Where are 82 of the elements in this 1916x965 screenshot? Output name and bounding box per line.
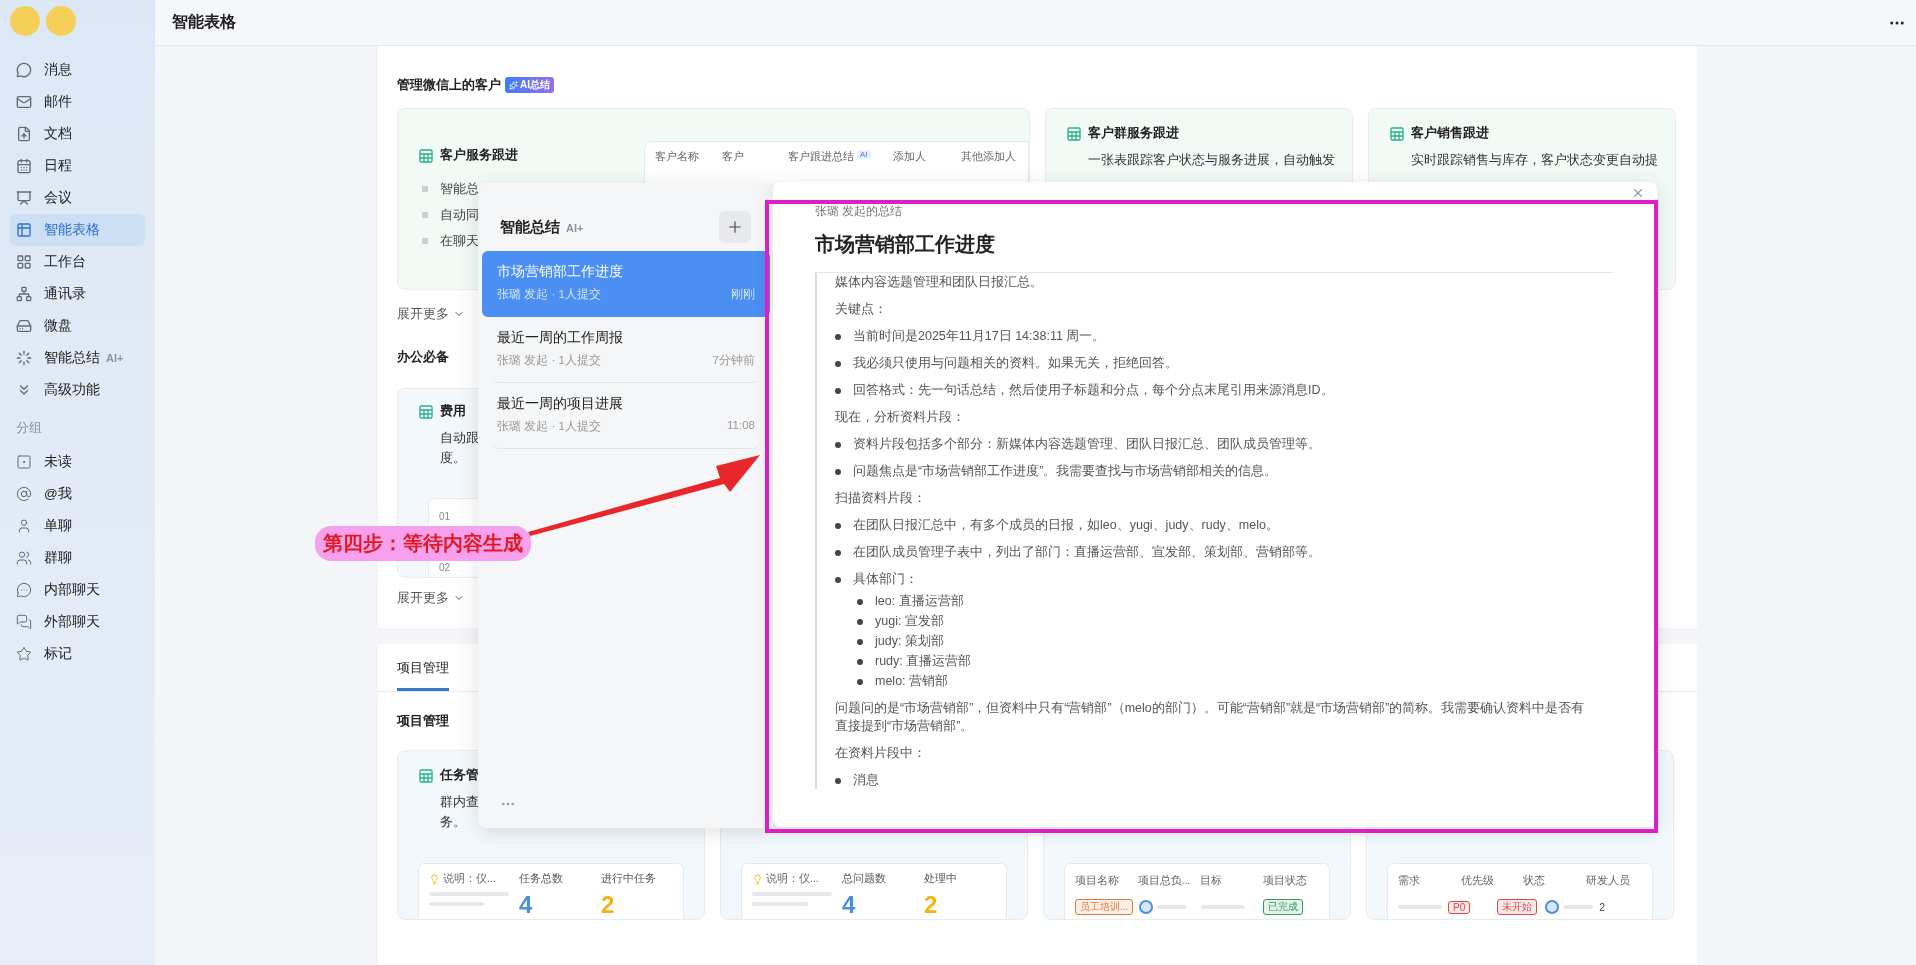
ai-badge: AI总结 <box>505 77 554 93</box>
column-header: 目标 <box>1200 874 1222 888</box>
card-description: 群内查 务。 <box>439 794 479 831</box>
section-heading: 分组 <box>15 419 43 437</box>
byline: 张璐 发起的总结 <box>815 204 904 219</box>
bullet-text: 回答格式：先一句话总结，然后使用子标题和分点，每个分点末尾引用来源消息ID。 <box>853 382 1334 399</box>
card-description: 自动跟 度。 <box>439 430 479 467</box>
summary-time: 11:08 <box>727 419 755 433</box>
note-text: 说明：仪... <box>766 872 819 886</box>
bullet-text: 消息 <box>853 772 879 789</box>
card-title: 任务管 <box>440 767 479 784</box>
column-header: 客户跟进总结 <box>788 150 854 164</box>
column-header: 优先级 <box>1460 874 1494 888</box>
column-header: 添加人 <box>893 150 926 164</box>
paragraph: 媒体内容选题管理和团队日报汇总。 <box>835 274 1044 291</box>
bullet-text: 智能总 <box>440 180 479 198</box>
bullet-text: yugi: 宣发部 <box>875 613 944 630</box>
summary-title: 市场营销部工作进度 <box>497 263 624 281</box>
summary-meta: 张璐 发起 · 1人提交 <box>497 287 601 302</box>
bullet-text: 在团队日报汇总中，有多个成员的日报，如leo、yugi、judy、rudy、melo。 <box>853 517 1279 534</box>
bullet-text: 在聊天 <box>440 232 479 250</box>
page-title: 智能表格 <box>172 12 236 32</box>
bullet-text: 具体部门： <box>853 571 918 588</box>
summary-title: 最近一周的工作周报 <box>497 329 624 347</box>
bullet-text: melo: 营销部 <box>875 673 949 690</box>
row-number: 01 <box>439 511 452 522</box>
column-header: 客户名称 <box>655 150 699 164</box>
paragraph: 关键点： <box>835 301 888 318</box>
card-title: 客户服务跟进 <box>440 147 518 164</box>
bullet-text: 我必须只使用与问题相关的资料。如果无关，拒绝回答。 <box>853 355 1178 372</box>
stat-label: 总问题数 <box>842 872 887 886</box>
stat-label: 任务总数 <box>519 872 564 886</box>
ai-tag: AI <box>857 150 871 159</box>
panel-title: 智能总结 <box>500 217 560 237</box>
note-text: 说明：仪... <box>443 872 496 886</box>
summary-meta: 张璐 发起 · 1人提交 <box>497 353 601 368</box>
column-header: 状态 <box>1523 874 1545 888</box>
column-header: 客户 <box>722 150 744 164</box>
section-title: 管理微信上的客户 <box>397 76 501 94</box>
summary-heading: 市场营销部工作进度 <box>815 232 996 257</box>
row-number: 02 <box>439 562 452 573</box>
status-tag: 员工培训... <box>1075 899 1134 915</box>
column-header: 项目总负... <box>1137 874 1191 888</box>
status-tag: P0 <box>1448 900 1471 914</box>
callout-label: 第四步：等待内容生成 <box>315 526 531 561</box>
paragraph: 现在，分析资料片段： <box>835 409 966 426</box>
column-header: 需求 <box>1398 874 1420 888</box>
column-header: 项目名称 <box>1075 874 1119 888</box>
paragraph: 扫描资料片段： <box>835 490 927 507</box>
stat-value: 2 <box>924 892 939 918</box>
bullet-text: 资料片段包括多个部分：新媒体内容选题管理、团队日报汇总、团队成员管理等。 <box>853 436 1321 453</box>
section-title: 项目管理 <box>397 712 449 730</box>
bullet-text: judy: 策划部 <box>875 633 944 650</box>
bullet-text: leo: 直播运营部 <box>875 593 964 610</box>
summary-meta: 张璐 发起 · 1人提交 <box>497 419 601 434</box>
bullet-text: 问题焦点是“市场营销部工作进度”。我需要查找与市场营销部相关的信息。 <box>853 463 1278 480</box>
stat-value: 2 <box>601 892 616 918</box>
column-header: 研发人员 <box>1585 874 1630 888</box>
paragraph: 问题问的是“市场营销部”，但资料中只有“营销部”（melo的部门）。可能“营销部”就是“市场营销部”的简称。我需要确认资料中是否有直接提到“市场营销部”。 <box>835 700 1586 735</box>
section-title: 办公必备 <box>397 348 449 366</box>
status-tag: 已完成 <box>1263 899 1303 915</box>
summary-time: 刚刚 <box>731 287 755 302</box>
card-title: 客户销售跟进 <box>1411 125 1489 142</box>
column-header: 项目状态 <box>1262 874 1307 888</box>
bullet-text: 当前时间是2025年11月17日 14:38:11 周一。 <box>853 328 1106 345</box>
column-header: 其他添加人 <box>961 150 1016 164</box>
table-cell: 2 <box>1599 901 1606 913</box>
summary-time: 7分钟前 <box>712 353 755 368</box>
stat-value: 4 <box>519 892 534 918</box>
bullet-text: 在团队成员管理子表中，列出了部门：直播运营部、宣发部、策划部、营销部等。 <box>853 544 1321 561</box>
card-title: 客户群服务跟进 <box>1088 125 1179 142</box>
stat-value: 4 <box>842 892 857 918</box>
ai-label: AI+ <box>566 221 584 234</box>
summary-title: 最近一周的项目进展 <box>497 395 624 413</box>
bullet-text: 自动同 <box>440 206 479 224</box>
bullet-text: rudy: 直播运营部 <box>875 653 972 670</box>
stat-label: 进行中任务 <box>601 872 657 886</box>
card-description: 一张表跟踪客户状态与服务进展，自动触发 <box>1087 152 1335 169</box>
card-description: 实时跟踪销售与库存，客户状态变更自动提 <box>1410 152 1658 169</box>
status-tag: 未开始 <box>1496 899 1537 915</box>
card-title: 费用 <box>440 403 466 420</box>
stat-label: 处理中 <box>924 872 958 886</box>
